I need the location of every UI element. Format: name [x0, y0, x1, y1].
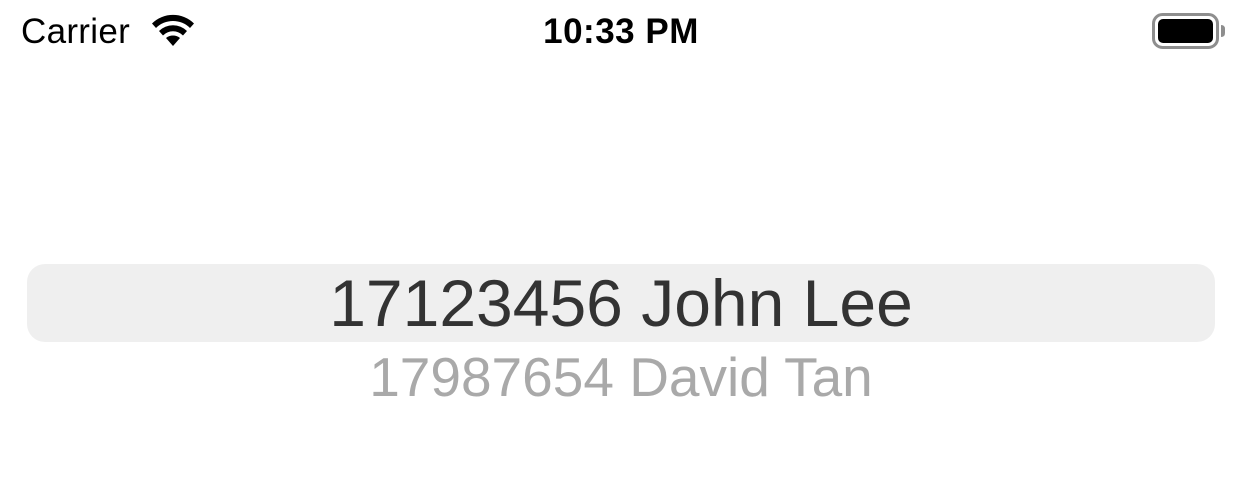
picker-row[interactable]: 17987654 David Tan — [0, 347, 1242, 407]
battery-full-icon — [1152, 13, 1225, 49]
status-bar: Carrier 10:33 PM — [0, 0, 1242, 64]
name-picker[interactable]: 17123456 John Lee 17987654 David Tan — [0, 240, 1242, 430]
picker-row-selected[interactable]: 17123456 John Lee — [0, 264, 1242, 342]
status-time: 10:33 PM — [543, 12, 699, 51]
